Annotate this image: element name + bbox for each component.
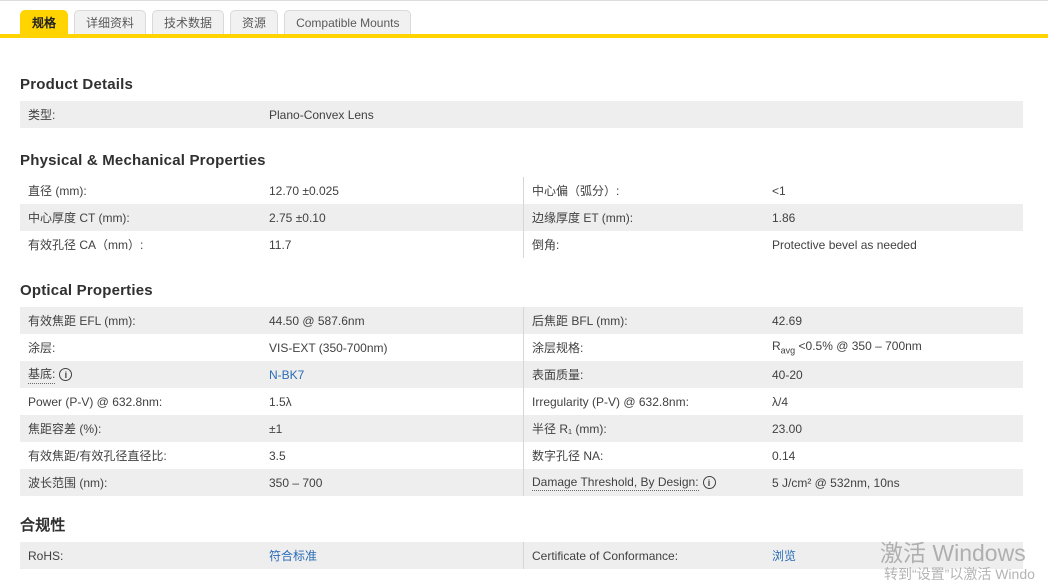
spec-row-clear-aperture: 有效孔径 CA（mm）: 11.7 倒角: Protective bevel a…	[20, 231, 1023, 258]
section-title-physical: Physical & Mechanical Properties	[20, 152, 266, 169]
accent-bar	[0, 34, 1048, 38]
tab-tech-data[interactable]: 技术数据	[152, 10, 225, 34]
tab-compatible-mounts[interactable]: Compatible Mounts	[284, 10, 412, 34]
tab-specs[interactable]: 规格	[20, 10, 69, 34]
spec-label: 中心厚度 CT (mm):	[28, 211, 130, 225]
spec-label: 类型:	[28, 108, 56, 122]
spec-row-efl: 有效焦距 EFL (mm): 44.50 @ 587.6nm 后焦距 BFL (…	[20, 307, 1023, 334]
spec-value: Ravg <0.5% @ 350 – 700nm	[772, 339, 922, 356]
spec-row-wavelength-range: 波长范围 (nm): 350 – 700 Damage Threshold, B…	[20, 469, 1023, 496]
spec-label: 有效孔径 CA（mm）:	[28, 238, 144, 252]
compliance-rows: RoHS: 符合标准 Certificate of Conformance: 浏…	[20, 542, 1023, 569]
spec-value: 44.50 @ 587.6nm	[269, 313, 365, 328]
spec-label: Damage Threshold, By Design: i	[524, 475, 772, 491]
spec-row-fnumber: 有效焦距/有效孔径直径比: 3.5 数字孔径 NA: 0.14	[20, 442, 1023, 469]
optical-rows: 有效焦距 EFL (mm): 44.50 @ 587.6nm 后焦距 BFL (…	[20, 307, 1023, 496]
spec-value: VIS-EXT (350-700nm)	[269, 340, 388, 355]
section-title-compliance: 合规性	[20, 517, 66, 534]
physical-rows: 直径 (mm): 12.70 ±0.025 中心偏（弧分）: <1 中心厚度 C…	[20, 177, 1023, 258]
spec-row-diameter: 直径 (mm): 12.70 ±0.025 中心偏（弧分）: <1	[20, 177, 1023, 204]
tab-bar: 规格 详细资料 技术数据 资源 Compatible Mounts	[0, 1, 1048, 34]
spec-label: RoHS:	[28, 548, 64, 563]
spec-row-center-thickness: 中心厚度 CT (mm): 2.75 ±0.10 边缘厚度 ET (mm): 1…	[20, 204, 1023, 231]
spec-value: 42.69	[772, 313, 803, 328]
spec-value: 11.7	[269, 237, 292, 252]
product-spec-page: { "tabs": [ { "label": "规格", "active": t…	[0, 0, 1048, 584]
spec-label: 中心偏（弧分）:	[532, 184, 620, 198]
spec-value: Protective bevel as needed	[772, 237, 917, 252]
spec-label: 波长范围 (nm):	[28, 476, 108, 490]
tabs: 规格 详细资料 技术数据 资源 Compatible Mounts	[20, 10, 1048, 34]
spec-row-type: 类型: Plano-Convex Lens	[20, 101, 1023, 128]
substrate-link[interactable]: N-BK7	[269, 368, 304, 382]
spec-value: 1.86	[772, 210, 796, 225]
spec-row-coating: 涂层: VIS-EXT (350-700nm) 涂层规格: Ravg <0.5%…	[20, 334, 1023, 361]
spec-row-power: Power (P-V) @ 632.8nm: 1.5λ Irregularity…	[20, 388, 1023, 415]
spec-value: 1.5λ	[269, 394, 292, 409]
spec-row-rohs: RoHS: 符合标准 Certificate of Conformance: 浏…	[20, 542, 1023, 569]
spec-label: 半径 R₁ (mm):	[532, 422, 607, 436]
rohs-link[interactable]: 符合标准	[269, 547, 317, 564]
spec-label: 涂层:	[28, 341, 56, 355]
spec-value: <1	[772, 183, 786, 198]
spec-label: 有效焦距 EFL (mm):	[28, 314, 136, 328]
spec-label: 有效焦距/有效孔径直径比:	[28, 449, 167, 463]
spec-value: 350 – 700	[269, 475, 323, 490]
info-icon[interactable]: i	[59, 368, 73, 381]
spec-content: Product Details 类型: Plano-Convex Lens Ph…	[0, 76, 1048, 569]
tab-resources[interactable]: 资源	[230, 10, 279, 34]
spec-label: 后焦距 BFL (mm):	[532, 314, 628, 328]
tab-details[interactable]: 详细资料	[74, 10, 147, 34]
windows-activation-watermark: 激活 Windows	[880, 540, 1026, 566]
spec-value: 40-20	[772, 367, 803, 382]
spec-value: λ/4	[772, 394, 789, 409]
section-title-optical: Optical Properties	[20, 282, 153, 299]
spec-value: 3.5	[269, 448, 286, 463]
spec-value: Plano-Convex Lens	[269, 107, 374, 122]
certificate-link[interactable]: 浏览	[772, 547, 796, 564]
spec-value: ±1	[269, 421, 283, 436]
spec-row-substrate: 基底: i N-BK7 表面质量: 40-20	[20, 361, 1023, 388]
spec-label: 倒角:	[532, 238, 560, 252]
product-details-rows: 类型: Plano-Convex Lens	[20, 101, 1023, 128]
spec-label: 数字孔径 NA:	[532, 449, 604, 463]
spec-label: 基底: i	[20, 365, 269, 384]
spec-label: Certificate of Conformance:	[532, 548, 679, 563]
section-title-product-details: Product Details	[20, 76, 134, 93]
spec-row-focal-tolerance: 焦距容差 (%): ±1 半径 R₁ (mm): 23.00	[20, 415, 1023, 442]
spec-label: 焦距容差 (%):	[28, 422, 102, 436]
spec-value: 23.00	[772, 421, 803, 436]
spec-label: 直径 (mm):	[28, 184, 87, 198]
spec-label: 表面质量:	[532, 368, 584, 382]
windows-activation-watermark-subtext: 转到“设置”以激活 Windo	[884, 566, 1035, 582]
spec-label: 涂层规格:	[532, 341, 584, 355]
spec-value: 5 J/cm² @ 532nm, 10ns	[772, 475, 900, 490]
spec-label: Irregularity (P-V) @ 632.8nm:	[532, 394, 689, 409]
spec-value: 2.75 ±0.10	[269, 210, 326, 225]
spec-value: 12.70 ±0.025	[269, 183, 339, 198]
info-icon[interactable]: i	[702, 476, 716, 489]
spec-label: Power (P-V) @ 632.8nm:	[28, 394, 163, 409]
spec-value: 0.14	[772, 448, 796, 463]
spec-label: 边缘厚度 ET (mm):	[532, 211, 634, 225]
